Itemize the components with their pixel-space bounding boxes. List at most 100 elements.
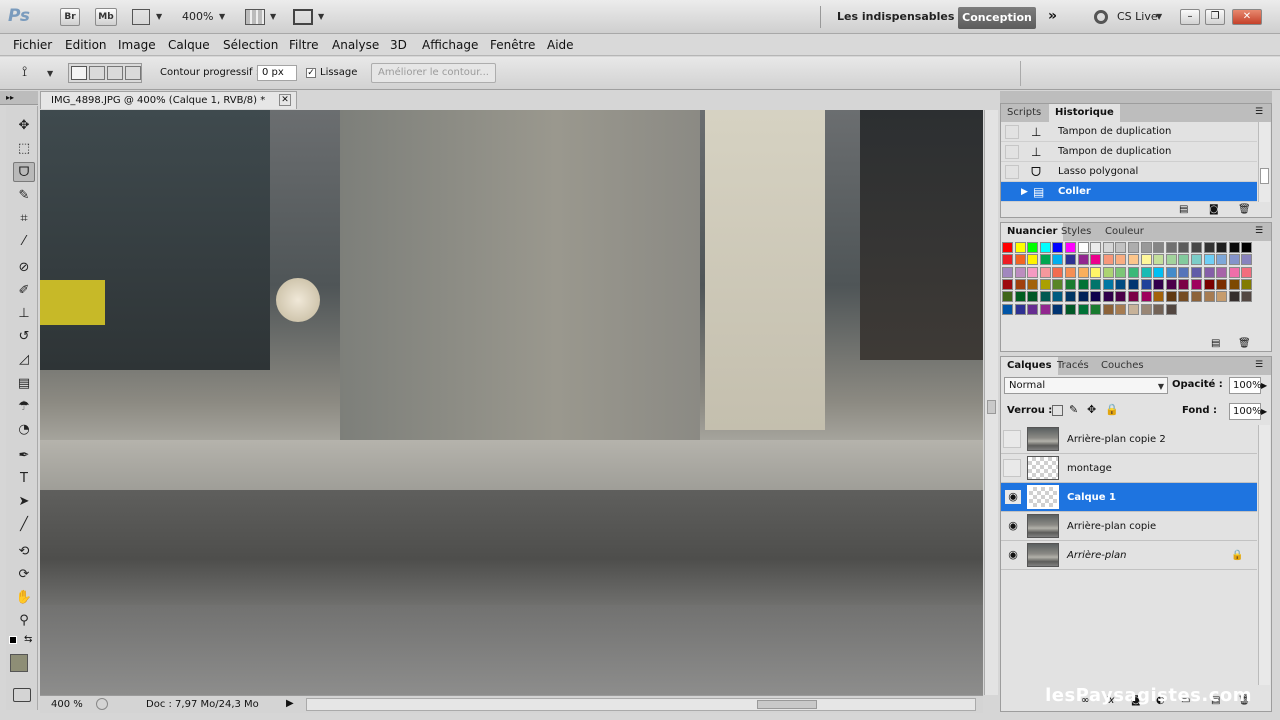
menu-selection[interactable]: Sélection bbox=[223, 38, 278, 52]
menu-fichier[interactable]: Fichier bbox=[13, 38, 52, 52]
menu-analyse[interactable]: Analyse bbox=[332, 38, 379, 52]
document-tab[interactable]: IMG_4898.JPG @ 400% (Calque 1, RVB/8) * … bbox=[40, 91, 297, 109]
color-swatch[interactable] bbox=[1203, 266, 1215, 278]
menu-fenetre[interactable]: Fenêtre bbox=[490, 38, 535, 52]
color-swatch[interactable] bbox=[1191, 278, 1202, 290]
color-swatch[interactable] bbox=[1027, 254, 1039, 266]
panel-menu-icon[interactable]: ☰ bbox=[1255, 360, 1263, 370]
color-swatch[interactable] bbox=[1140, 266, 1152, 278]
scrollbar-thumb[interactable] bbox=[1260, 168, 1269, 184]
tab-couches[interactable]: Couches bbox=[1095, 357, 1150, 375]
menu-edition[interactable]: Edition bbox=[65, 38, 107, 52]
color-swatch[interactable] bbox=[1090, 254, 1102, 266]
color-swatch[interactable] bbox=[1203, 278, 1215, 290]
screen-mode-icon[interactable] bbox=[293, 9, 313, 25]
color-swatch[interactable] bbox=[1203, 254, 1215, 266]
default-colors-icon[interactable] bbox=[9, 636, 17, 644]
hand-tool-icon[interactable]: ✋ bbox=[13, 588, 35, 608]
eye-icon[interactable]: ◉ bbox=[1005, 519, 1021, 533]
color-swatch[interactable] bbox=[1090, 266, 1102, 278]
mini-bridge-button[interactable]: Mb bbox=[95, 8, 117, 26]
brush-tool-icon[interactable]: ✐ bbox=[13, 281, 35, 301]
history-item[interactable]: ⊥ Tampon de duplication bbox=[1001, 142, 1257, 162]
color-swatch[interactable] bbox=[1027, 303, 1039, 315]
type-tool-icon[interactable]: T bbox=[13, 469, 35, 489]
visibility-toggle-off[interactable] bbox=[1003, 430, 1021, 448]
color-swatch[interactable] bbox=[1090, 303, 1102, 315]
color-swatch[interactable] bbox=[1077, 291, 1089, 303]
color-swatch[interactable] bbox=[1140, 291, 1152, 303]
color-swatch[interactable] bbox=[1052, 278, 1064, 290]
color-swatch[interactable] bbox=[1039, 291, 1051, 303]
color-swatch[interactable] bbox=[1014, 278, 1026, 290]
color-swatch[interactable] bbox=[1027, 242, 1039, 253]
color-swatch[interactable] bbox=[1153, 254, 1165, 266]
color-swatch[interactable] bbox=[1153, 266, 1165, 278]
color-swatch[interactable] bbox=[1128, 266, 1139, 278]
color-swatch[interactable] bbox=[1065, 303, 1076, 315]
scrollbar-thumb[interactable] bbox=[757, 700, 817, 709]
color-swatch[interactable] bbox=[1014, 254, 1026, 266]
color-swatch[interactable] bbox=[1102, 242, 1114, 253]
panel-menu-icon[interactable]: ☰ bbox=[1255, 107, 1263, 117]
color-swatch[interactable] bbox=[1216, 266, 1228, 278]
new-swatch-icon[interactable]: ▤ bbox=[1211, 338, 1220, 349]
horizontal-scrollbar[interactable] bbox=[306, 698, 976, 711]
color-swatch[interactable] bbox=[1027, 278, 1039, 290]
color-swatch[interactable] bbox=[1216, 291, 1228, 303]
panel-menu-icon[interactable]: ☰ bbox=[1255, 226, 1263, 236]
color-swatch[interactable] bbox=[1153, 291, 1165, 303]
color-swatch[interactable] bbox=[1165, 303, 1177, 315]
color-swatch[interactable] bbox=[1165, 278, 1177, 290]
eyedropper-tool-icon[interactable]: ⁄ bbox=[13, 232, 35, 252]
color-swatch[interactable] bbox=[1102, 278, 1114, 290]
opacity-slider-icon[interactable]: ▶ bbox=[1261, 377, 1271, 394]
color-swatch[interactable] bbox=[1065, 291, 1076, 303]
color-swatch[interactable] bbox=[1115, 303, 1127, 315]
color-swatch[interactable] bbox=[1178, 254, 1190, 266]
color-swatch[interactable] bbox=[1090, 291, 1102, 303]
workspace-essentials[interactable]: Les indispensables bbox=[837, 10, 954, 23]
move-tool-icon[interactable]: ✥ bbox=[13, 116, 35, 136]
color-swatch[interactable] bbox=[1216, 242, 1228, 253]
history-item[interactable]: ᗜ Lasso polygonal bbox=[1001, 162, 1257, 182]
color-swatch[interactable] bbox=[1216, 254, 1228, 266]
color-swatch[interactable] bbox=[1228, 242, 1240, 253]
color-swatch[interactable] bbox=[1065, 278, 1076, 290]
refine-edge-button[interactable]: Améliorer le contour... bbox=[371, 63, 496, 83]
status-options-icon[interactable] bbox=[96, 698, 108, 710]
3d-rotate-tool-icon[interactable]: ⟲ bbox=[13, 542, 35, 562]
color-swatch[interactable] bbox=[1153, 278, 1165, 290]
color-swatch[interactable] bbox=[1027, 291, 1039, 303]
lock-pixels-icon[interactable]: ✎ bbox=[1069, 403, 1078, 416]
color-swatch[interactable] bbox=[1052, 303, 1064, 315]
zoom-level[interactable]: 400% bbox=[182, 10, 213, 23]
feather-input[interactable]: 0 px bbox=[257, 65, 297, 81]
color-swatch[interactable] bbox=[1115, 266, 1127, 278]
color-swatch[interactable] bbox=[1065, 266, 1076, 278]
color-swatch[interactable] bbox=[1128, 278, 1139, 290]
intersect-selection-icon[interactable] bbox=[125, 66, 141, 80]
history-item[interactable]: ⊥ Tampon de duplication bbox=[1001, 122, 1257, 142]
color-swatch[interactable] bbox=[1140, 303, 1152, 315]
zoom-tool-icon[interactable]: ⚲ bbox=[13, 611, 35, 631]
quick-mask-icon[interactable] bbox=[13, 688, 31, 702]
color-swatch[interactable] bbox=[1128, 242, 1139, 253]
cs-live-menu[interactable]: CS Live bbox=[1117, 10, 1158, 23]
color-swatch[interactable] bbox=[1165, 242, 1177, 253]
bridge-button[interactable]: Br bbox=[60, 8, 80, 26]
color-swatch[interactable] bbox=[1014, 266, 1026, 278]
view-extras-icon[interactable] bbox=[132, 9, 150, 25]
scrollbar-thumb[interactable] bbox=[987, 400, 996, 414]
color-swatch[interactable] bbox=[1052, 254, 1064, 266]
dodge-tool-icon[interactable]: ◔ bbox=[13, 420, 35, 440]
opacity-input[interactable]: 100% bbox=[1229, 377, 1262, 394]
fill-input[interactable]: 100% bbox=[1229, 403, 1262, 420]
marquee-tool-icon[interactable]: ⬚ bbox=[13, 139, 35, 159]
color-swatch[interactable] bbox=[1203, 291, 1215, 303]
crop-tool-icon[interactable]: ⌗ bbox=[13, 209, 35, 229]
subtract-from-selection-icon[interactable] bbox=[107, 66, 123, 80]
color-swatch[interactable] bbox=[1140, 278, 1152, 290]
chevron-down-icon[interactable]: ▼ bbox=[156, 12, 162, 21]
color-swatch[interactable] bbox=[1178, 266, 1190, 278]
